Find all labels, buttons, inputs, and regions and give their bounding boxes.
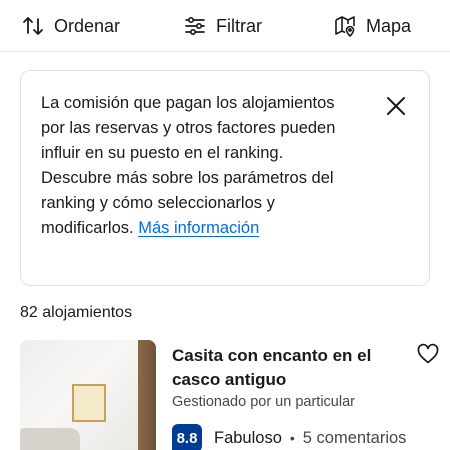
filter-sliders-icon — [185, 16, 205, 36]
review-score-word: Fabuloso — [214, 428, 282, 447]
filter-label: Filtrar — [216, 15, 262, 36]
sort-filter-map-toolbar: Ordenar Filtrar Mapa — [0, 0, 450, 52]
notice-body: La comisión que pagan los alojamientos p… — [41, 94, 336, 237]
photo-wood-beam — [138, 340, 156, 450]
close-icon[interactable] — [385, 95, 407, 117]
photo-framed-picture — [72, 384, 106, 422]
filter-button[interactable]: Filtrar — [184, 12, 262, 40]
notice-text: La comisión que pagan los alojamientos p… — [41, 91, 341, 241]
map-label: Mapa — [366, 15, 412, 36]
results-count: 82 alojamientos — [20, 304, 133, 321]
sort-button[interactable]: Ordenar — [22, 12, 120, 40]
review-count: 5 comentarios — [302, 428, 407, 447]
heart-icon[interactable] — [416, 342, 440, 366]
ranking-info-notice: La comisión que pagan los alojamientos p… — [20, 70, 430, 286]
rating-row: 8.8 Fabuloso • 5 comentarios — [172, 424, 406, 450]
map-pin-icon — [335, 16, 355, 37]
separator-dot: • — [289, 430, 295, 446]
property-title[interactable]: Casita con encanto en el casco antiguo — [172, 344, 402, 392]
host-type: Gestionado por un particular — [172, 394, 355, 410]
sort-arrows-icon — [23, 17, 43, 35]
property-photo[interactable] — [20, 340, 156, 450]
sort-label: Ordenar — [54, 15, 121, 36]
review-score-badge: 8.8 — [172, 424, 202, 450]
more-info-link[interactable]: Más información — [138, 219, 259, 237]
map-button[interactable]: Mapa — [334, 12, 411, 40]
photo-furniture — [20, 428, 80, 450]
property-card[interactable]: Casita con encanto en el casco antiguo G… — [20, 340, 440, 450]
